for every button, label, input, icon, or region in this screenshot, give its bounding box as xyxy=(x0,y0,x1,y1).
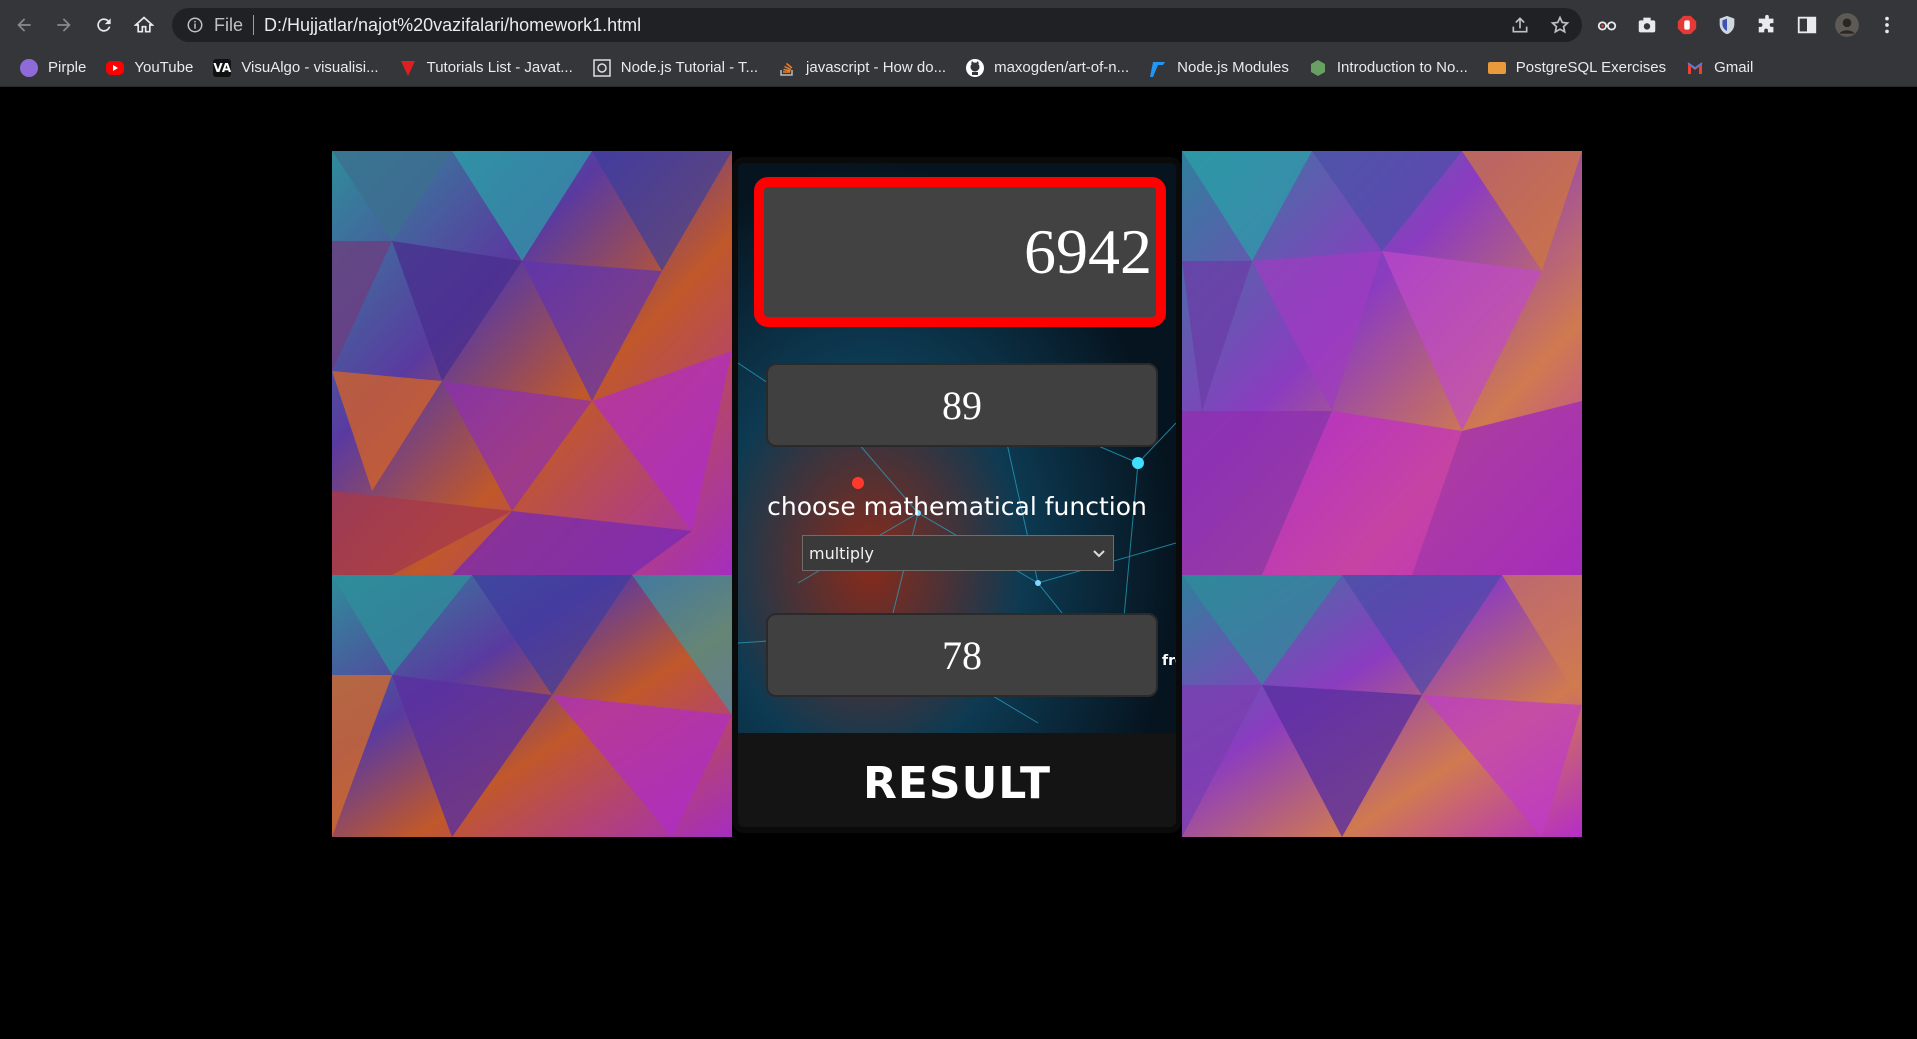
profile-avatar[interactable] xyxy=(1832,10,1862,40)
first-number-input[interactable]: 89 xyxy=(766,363,1158,447)
result-display-value: 6942 xyxy=(1024,216,1152,287)
bookmark-youtube[interactable]: YouTube xyxy=(98,54,201,82)
pgexercises-icon xyxy=(1487,61,1506,74)
bookmark-nodejs-modules[interactable]: Node.js Modules xyxy=(1141,54,1297,82)
reload-button[interactable] xyxy=(84,5,124,45)
url-scheme-label: File xyxy=(214,14,244,35)
bookmark-label: javascript - How do... xyxy=(806,59,947,76)
bookmark-label: Tutorials List - Javat... xyxy=(426,59,573,76)
shield-extension-icon[interactable] xyxy=(1712,10,1742,40)
arrow-left-icon xyxy=(17,17,31,32)
result-button[interactable]: RESULT xyxy=(738,733,1176,827)
home-button[interactable] xyxy=(124,5,164,45)
bookmark-label: Introduction to No... xyxy=(1336,59,1468,76)
browser-toolbar: File D:/Hujjatlar/najot%20vazifalari/hom… xyxy=(0,0,1917,49)
forward-button[interactable] xyxy=(44,5,84,45)
nodejs-icon xyxy=(1309,59,1327,77)
url-separator xyxy=(253,15,255,35)
first-number-value: 89 xyxy=(942,382,982,428)
result-button-label: RESULT xyxy=(862,757,1052,809)
reload-icon xyxy=(97,17,111,32)
bookmark-stackoverflow[interactable]: javascript - How do... xyxy=(770,54,954,82)
home-icon xyxy=(134,15,154,32)
bookmark-label: Node.js Modules xyxy=(1177,59,1289,76)
background-image-right-bottom xyxy=(1182,575,1582,837)
bookmark-pirple[interactable]: Pirple xyxy=(12,54,94,82)
pirple-icon xyxy=(20,58,38,77)
bookmark-label: maxogden/art-of-n... xyxy=(994,59,1130,76)
background-image-left-top xyxy=(332,151,732,575)
w3schools-icon xyxy=(1149,59,1167,77)
address-bar[interactable]: File D:/Hujjatlar/najot%20vazifalari/hom… xyxy=(172,8,1582,42)
page-viewport: 6942 89 choose mathematical function mul… xyxy=(0,87,1917,1039)
clipped-side-text: fre xyxy=(1162,653,1176,669)
side-panel-icon[interactable] xyxy=(1792,10,1822,40)
visualgo-icon: VA xyxy=(213,58,232,77)
second-number-input[interactable]: 78 xyxy=(766,613,1158,697)
youtube-icon xyxy=(106,60,125,75)
tutorialspoint-icon xyxy=(593,58,611,77)
javatpoint-icon xyxy=(399,59,417,77)
arrow-right-icon xyxy=(57,17,71,32)
second-number-value: 78 xyxy=(942,632,982,678)
back-button[interactable] xyxy=(4,5,44,45)
star-icon[interactable] xyxy=(1548,13,1572,37)
function-select[interactable]: multiply xyxy=(802,535,1114,571)
camera-extension-icon[interactable] xyxy=(1632,10,1662,40)
result-display: 6942 xyxy=(754,177,1166,327)
bookmark-gmail[interactable]: Gmail xyxy=(1678,54,1761,82)
url-text[interactable]: D:/Hujjatlar/najot%20vazifalari/homework… xyxy=(264,15,641,36)
bookmark-postgresql-exercises[interactable]: PostgreSQL Exercises xyxy=(1480,54,1674,82)
puzzle-extensions-icon[interactable] xyxy=(1752,10,1782,40)
glasses-extension-icon[interactable] xyxy=(1592,10,1622,40)
bookmark-visualgo[interactable]: VA VisuAlgo - visualisi... xyxy=(205,54,386,82)
function-select-value: multiply xyxy=(809,543,874,563)
chevron-down-icon xyxy=(1093,550,1105,558)
bookmark-label: PostgreSQL Exercises xyxy=(1515,59,1667,76)
bookmark-label: Pirple xyxy=(48,59,87,76)
bookmark-javatpoint[interactable]: Tutorials List - Javat... xyxy=(391,54,581,82)
bookmark-github[interactable]: maxogden/art-of-n... xyxy=(958,54,1137,82)
background-image-left-bottom xyxy=(332,575,732,837)
bookmark-label: VisuAlgo - visualisi... xyxy=(241,59,379,76)
bookmark-label: YouTube xyxy=(134,59,194,76)
bookmarks-bar: Pirple YouTube VA VisuAlgo - visualisi..… xyxy=(0,49,1917,87)
bookmark-tutorialspoint[interactable]: Node.js Tutorial - T... xyxy=(585,54,766,82)
adblock-extension-icon[interactable] xyxy=(1672,10,1702,40)
info-icon[interactable] xyxy=(186,16,204,34)
bookmark-label: Node.js Tutorial - T... xyxy=(620,59,759,76)
calculator-card: 6942 89 choose mathematical function mul… xyxy=(732,157,1182,833)
background-image-right-top xyxy=(1182,151,1582,575)
kebab-menu-icon[interactable] xyxy=(1872,10,1902,40)
bookmark-label: Gmail xyxy=(1714,59,1754,76)
stackoverflow-icon xyxy=(778,59,796,77)
share-icon[interactable] xyxy=(1508,13,1532,37)
gmail-icon xyxy=(1686,59,1704,77)
bookmark-introduction-nodejs[interactable]: Introduction to No... xyxy=(1301,54,1476,82)
extension-bar xyxy=(1592,8,1902,42)
function-label: choose mathematical function xyxy=(767,492,1147,521)
github-icon xyxy=(966,58,985,77)
